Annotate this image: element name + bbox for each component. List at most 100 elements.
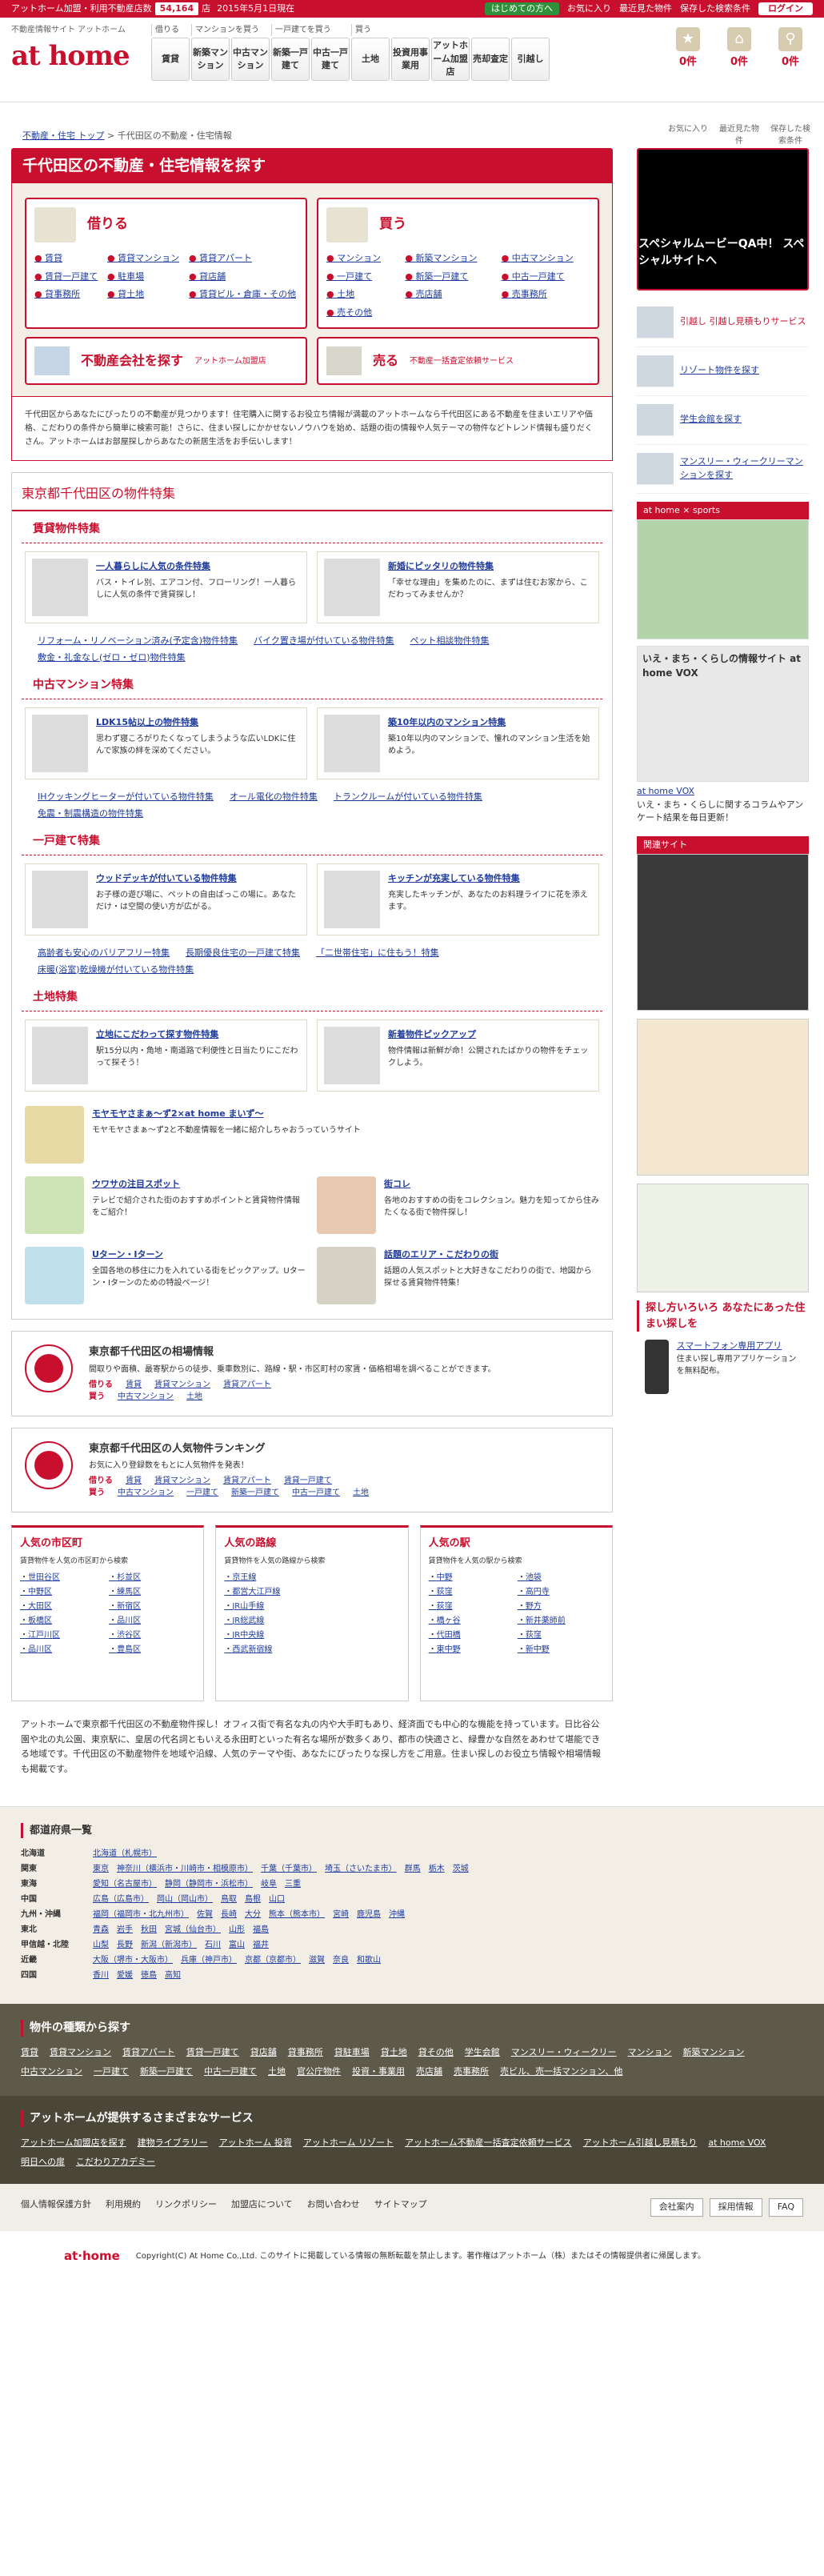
nav-new-mansion[interactable]: 新築マンション (191, 38, 230, 81)
header-recent[interactable]: ⌂ 0件 最近見た物件 (717, 24, 762, 146)
rent-link[interactable]: 貸土地 (107, 288, 181, 302)
pref-link[interactable]: 東京 (93, 1863, 109, 1875)
logo[interactable]: at home (11, 36, 151, 77)
pref-link[interactable]: 新潟（新潟市） (141, 1939, 197, 1951)
type-link[interactable]: 貸その他 (418, 2045, 454, 2061)
pref-link[interactable]: 大分 (245, 1909, 261, 1921)
promo-title[interactable]: 街コレ (384, 1179, 410, 1189)
type-link[interactable]: 学生会館 (465, 2045, 500, 2061)
type-link[interactable]: 売店舗 (416, 2064, 442, 2080)
tag-link[interactable]: 敷金・礼金なし(ゼロ・ゼロ)物件特集 (38, 651, 186, 665)
pref-link[interactable]: 沖縄 (389, 1909, 405, 1921)
pref-link[interactable]: 長野 (117, 1939, 133, 1951)
footer-link[interactable]: お問い合わせ (307, 2198, 360, 2217)
promo-title[interactable]: ウワサの注目スポット (92, 1179, 180, 1189)
tag-link[interactable]: ペット相談物件特集 (410, 635, 490, 648)
sports-banner[interactable] (637, 519, 809, 639)
popular-link[interactable]: JR総武線 (224, 1615, 399, 1627)
footer-logo[interactable]: at·home (64, 2247, 120, 2266)
popular-link[interactable]: 荻窪 (518, 1629, 604, 1641)
service-link[interactable]: アットホーム リゾート (303, 2135, 394, 2151)
buy-link[interactable]: 新築一戸建て (405, 270, 493, 284)
tag-link[interactable]: IHクッキングヒーターが付いている物件特集 (38, 791, 214, 804)
popular-link[interactable]: 都営大江戸線 (224, 1586, 399, 1598)
nav-new-house[interactable]: 新築一戸建て (271, 38, 310, 81)
popular-link[interactable]: 京王線 (224, 1572, 399, 1584)
feature-card[interactable]: 築10年以内のマンション特集 築10年以内のマンションで、憧れのマンション生活を始… (317, 707, 599, 779)
cinema-ad[interactable] (637, 854, 809, 1011)
beginner-link[interactable]: はじめての方へ (485, 2, 559, 16)
service-link[interactable]: アットホーム 投資 (219, 2135, 292, 2151)
popular-link[interactable]: 中野区 (20, 1586, 106, 1598)
type-link[interactable]: 投資・事業用 (352, 2064, 405, 2080)
pref-link[interactable]: 宮崎 (333, 1909, 349, 1921)
type-link[interactable]: 貸店舗 (250, 2045, 277, 2061)
pref-link[interactable]: 岡山（岡山市） (157, 1893, 213, 1905)
rent-link[interactable]: 貸店舗 (189, 270, 298, 284)
pref-link[interactable]: 富山 (229, 1939, 245, 1951)
type-link[interactable]: マンスリー・ウィークリー (511, 2045, 617, 2061)
nav-member-shops[interactable]: アットホーム加盟店 (431, 38, 470, 81)
pref-link[interactable]: 静岡（静岡市・浜松市） (165, 1878, 253, 1890)
promo-title[interactable]: モヤモヤさまぁ～ず2×at home まいず～ (92, 1108, 264, 1119)
pref-link[interactable]: 神奈川（横浜市・川崎市・相模原市） (117, 1863, 253, 1875)
footer-link[interactable]: 利用規約 (106, 2198, 141, 2217)
moving-link[interactable]: 引越し 引越し見積もりサービス (637, 298, 809, 347)
footer-link[interactable]: リンクポリシー (155, 2198, 217, 2217)
tag-link[interactable]: 床暖(浴室)乾燥機が付いている物件特集 (38, 963, 194, 977)
type-link[interactable]: 新築マンション (683, 2045, 745, 2061)
pref-link[interactable]: 広島（広島市） (93, 1893, 149, 1905)
type-link[interactable]: 官公庁物件 (297, 2064, 341, 2080)
breadcrumb-home[interactable]: 不動産・住宅 トップ (22, 130, 105, 141)
popular-link[interactable]: 大田区 (20, 1600, 106, 1613)
header-saved[interactable]: ⚲ 0件 保存した検索条件 (768, 24, 813, 146)
pref-link[interactable]: 愛媛 (117, 1969, 133, 1981)
type-link[interactable]: 新築一戸建て (140, 2064, 193, 2080)
card-title[interactable]: 立地にこだわって探す物件特集 (96, 1029, 218, 1040)
popular-link[interactable]: 野方 (518, 1600, 604, 1613)
type-link[interactable]: 貸土地 (381, 2045, 407, 2061)
service-link[interactable]: こだわりアカデミー (76, 2154, 155, 2170)
popular-link[interactable]: 荻窪 (429, 1586, 515, 1598)
pref-link[interactable]: 三重 (285, 1878, 301, 1890)
pref-link[interactable]: 鹿児島 (357, 1909, 381, 1921)
pref-link[interactable]: 長崎 (221, 1909, 237, 1921)
ranking-link[interactable]: 一戸建て (186, 1487, 218, 1499)
pref-link[interactable]: 岩手 (117, 1924, 133, 1936)
nav-used-house[interactable]: 中古一戸建て (311, 38, 350, 81)
pref-link[interactable]: 群馬 (405, 1863, 421, 1875)
pref-link[interactable]: 青森 (93, 1924, 109, 1936)
popular-link[interactable]: 杉並区 (109, 1572, 195, 1584)
resort-link[interactable]: リゾート物件を探す (637, 347, 809, 396)
footer-link[interactable]: 加盟店について (231, 2198, 293, 2217)
pref-link[interactable]: 山口 (269, 1893, 285, 1905)
card-title[interactable]: 新着物件ピックアップ (388, 1029, 476, 1040)
nav-investment[interactable]: 投資用事業用 (391, 38, 430, 81)
popular-link[interactable]: 荻窪 (429, 1600, 515, 1613)
service-link[interactable]: at home VOX (708, 2135, 766, 2151)
monthly-link[interactable]: マンスリー・ウィークリーマンションを探す (637, 445, 809, 494)
agent-search-button[interactable]: 不動産会社を探す アットホーム加盟店 (25, 337, 307, 385)
feature-card[interactable]: 一人暮らしに人気の条件特集 バス・トイレ別、エアコン付、フローリング！一人暮らしに… (25, 551, 307, 623)
market-link[interactable]: 賃貸 (126, 1379, 142, 1391)
pref-link[interactable]: 北海道（札幌市） (93, 1848, 157, 1860)
market-link[interactable]: 賃貸マンション (154, 1379, 210, 1391)
header-favorites[interactable]: ★ 0件 お気に入り (666, 24, 710, 134)
buy-link[interactable]: 売店舗 (405, 288, 493, 302)
tag-link[interactable]: トランクルームが付いている物件特集 (334, 791, 482, 804)
promo-item[interactable]: 街コレ 各地のおすすめの街をコレクション。魅力を知ってから住みたくなる街で物件探し… (317, 1176, 599, 1234)
buy-link[interactable]: 新築マンション (405, 252, 493, 266)
nav-land[interactable]: 土地 (351, 38, 390, 81)
popular-link[interactable]: 板橋区 (20, 1615, 106, 1627)
popular-link[interactable]: 東中野 (429, 1644, 515, 1656)
rent-link[interactable]: 賃貸マンション (107, 252, 181, 266)
pref-link[interactable]: 茨城 (453, 1863, 469, 1875)
type-link[interactable]: 貸事務所 (288, 2045, 323, 2061)
pref-link[interactable]: 栃木 (429, 1863, 445, 1875)
pref-link[interactable]: 山梨 (93, 1939, 109, 1951)
login-button[interactable]: ログイン (758, 2, 813, 16)
pref-link[interactable]: 秋田 (141, 1924, 157, 1936)
rent-link[interactable]: 賃貸一戸建て (34, 270, 99, 284)
promo-item[interactable]: ウワサの注目スポット テレビで紹介された街のおすすめポイントと賃貸物件情報をご紹介… (25, 1176, 307, 1234)
promo-item[interactable]: モヤモヤさまぁ～ず2×at home まいず～ モヤモヤさまぁ～ず2と不動産情報を… (25, 1106, 599, 1164)
